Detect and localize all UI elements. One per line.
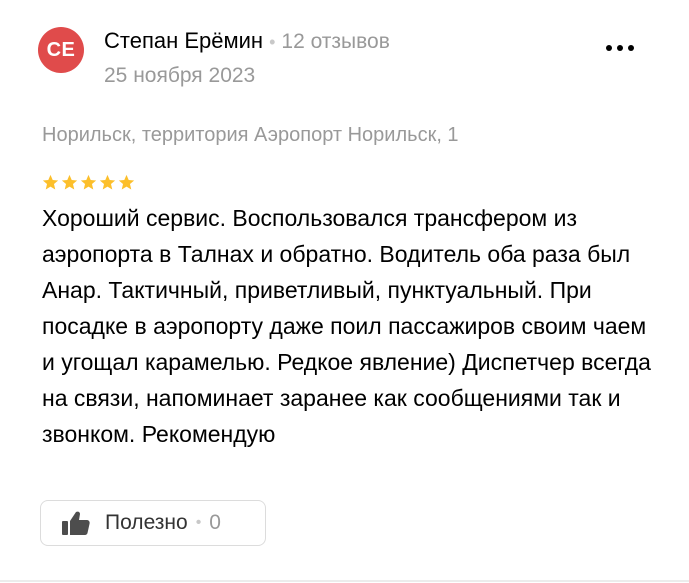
avatar[interactable]: СЕ [38,27,84,73]
author-line: Степан Ерёмин • 12 отзывов [104,27,390,56]
author-name[interactable]: Степан Ерёмин [104,28,263,53]
author-reviews-count: 12 отзывов [281,30,390,53]
separator-dot: • [269,32,276,52]
star-icon [80,174,97,190]
review-date: 25 ноября 2023 [104,64,256,87]
star-icon [118,174,135,190]
star-icon [61,174,78,190]
more-options-button[interactable] [606,40,640,56]
useful-count: 0 [209,511,221,534]
review-address: Норильск, территория Аэропорт Норильск, … [42,124,459,146]
star-icon [99,174,116,190]
review-text: Хороший сервис. Воспользовался трансферо… [42,205,651,447]
thumbs-up-icon [62,511,90,535]
rating-stars [42,174,135,191]
avatar-initials: СЕ [46,38,76,61]
more-dots-icon [606,45,634,51]
review-card: СЕ Степан Ерёмин • 12 отзывов 25 ноября 20… [0,0,689,583]
bottom-divider [0,580,689,582]
useful-button[interactable]: Полезно • 0 [40,500,266,546]
separator-dot: • [195,514,202,531]
useful-label: Полезно [105,511,188,534]
star-icon [42,174,59,190]
